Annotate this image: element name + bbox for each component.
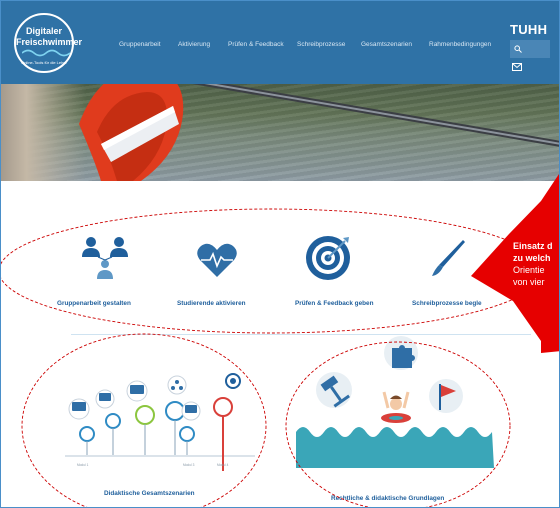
search-button[interactable] — [510, 40, 550, 58]
browser-page: Digitaler Freischwimmer Online-Tools für… — [0, 0, 560, 508]
logo-tagline: Online-Tools für die Lehre — [21, 60, 67, 65]
mail-icon[interactable] — [512, 63, 522, 71]
tuhh-logo[interactable]: TUHH — [510, 22, 547, 37]
callout-line3: Orientie — [513, 265, 545, 275]
nav-item-gesamtszenarien[interactable]: Gesamtszenarien — [361, 41, 412, 48]
puzzle-icon — [392, 345, 415, 368]
pin-5 — [179, 401, 201, 455]
wave-icon — [22, 49, 70, 57]
module-label-left: Modul 1 — [77, 463, 89, 467]
site-logo[interactable]: Digitaler Freischwimmer Online-Tools für… — [14, 13, 83, 73]
tile-label-aktivieren: Studierende aktivieren — [177, 300, 246, 307]
target-icon — [306, 236, 350, 280]
team-icon — [82, 237, 128, 279]
scenario-illustration: Modul 1 Modul 3 Modul 4 — [65, 373, 255, 471]
nav-item-rahmenbedingungen[interactable]: Rahmenbedingungen — [429, 41, 491, 48]
logo-line1: Digitaler — [25, 26, 62, 36]
callout-line1: Einsatz d — [513, 241, 553, 251]
tile-label-gesamtszenarien: Didaktische Gesamtszenarien — [104, 490, 195, 497]
tile-label-schreibprozesse: Schreibprozesse begle — [412, 300, 482, 307]
tile-label-gruppenarbeit: Gruppenarbeit gestalten — [57, 300, 131, 307]
tile-label-grundlagen: Rechtliche & didaktische Grundlagen — [331, 495, 445, 502]
pin-6 — [213, 373, 241, 471]
callout-line4: von vier — [513, 277, 545, 287]
tile-label-pruefen: Prüfen & Feedback geben — [295, 300, 374, 307]
lifebuoy-image — [79, 84, 559, 181]
heart-pulse-icon — [197, 243, 237, 277]
module-label-mid: Modul 3 — [183, 463, 195, 467]
pin-3 — [126, 380, 155, 455]
pin-1 — [68, 398, 95, 455]
nav-item-gruppenarbeit[interactable]: Gruppenarbeit — [119, 41, 161, 48]
legal-illustration — [296, 336, 494, 468]
nav-item-aktivierung[interactable]: Aktivierung — [178, 41, 210, 48]
hero-image — [1, 84, 559, 181]
site-header: Digitaler Freischwimmer Online-Tools für… — [1, 1, 559, 84]
module-label-right: Modul 4 — [217, 463, 229, 467]
nav-item-pruefen-feedback[interactable]: Prüfen & Feedback — [228, 41, 284, 48]
nav-item-schreibprozesse[interactable]: Schreibprozesse — [297, 41, 345, 48]
pin-2 — [95, 389, 121, 455]
logo-line2: Freischwimmer — [16, 37, 83, 47]
callout-line2: zu welch — [513, 253, 551, 263]
pen-icon — [432, 240, 465, 276]
search-icon — [514, 45, 522, 53]
